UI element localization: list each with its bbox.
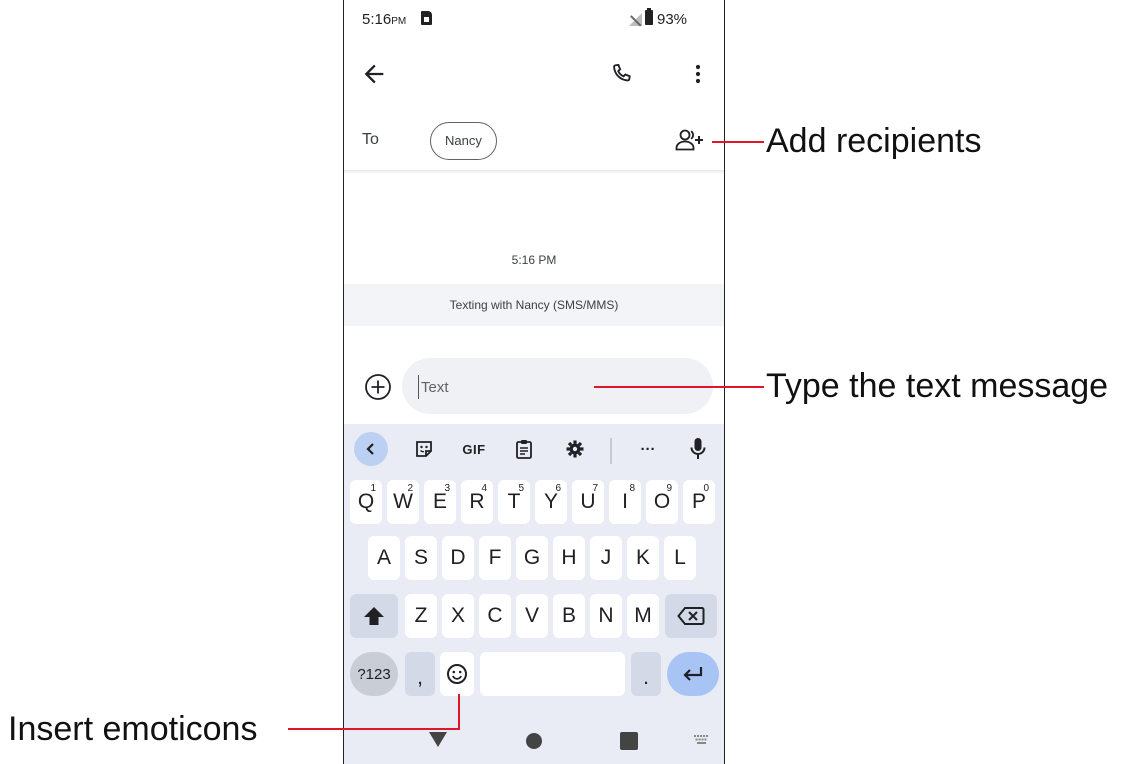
- key-a[interactable]: A: [368, 536, 400, 580]
- key-x[interactable]: X: [442, 594, 474, 638]
- key-w[interactable]: W2: [387, 480, 419, 524]
- emoji-key[interactable]: [440, 652, 474, 696]
- backspace-icon: [677, 607, 705, 625]
- status-bar: 5:16PM 93%: [344, 0, 724, 40]
- sim-card-icon: [421, 11, 432, 25]
- key-f[interactable]: F: [479, 536, 511, 580]
- recipient-chip[interactable]: Nancy: [430, 122, 497, 160]
- key-i[interactable]: I8: [609, 480, 641, 524]
- arrow-left-icon[interactable]: [360, 60, 388, 88]
- insert-emoticons-callout-vline: [458, 694, 460, 730]
- key-u[interactable]: U7: [572, 480, 604, 524]
- key-row-2: A S D F G H J K L: [344, 536, 724, 580]
- status-time: 5:16PM: [362, 11, 407, 28]
- key-y[interactable]: Y6: [535, 480, 567, 524]
- add-person-icon[interactable]: [674, 126, 706, 154]
- key-k[interactable]: K: [627, 536, 659, 580]
- key-t[interactable]: T5: [498, 480, 530, 524]
- backspace-key[interactable]: [665, 594, 717, 638]
- key-row-4: ?123 , .: [344, 652, 724, 696]
- nav-recents-icon[interactable]: [620, 732, 638, 750]
- voice-input-mic-icon[interactable]: [681, 432, 715, 466]
- key-o[interactable]: O9: [646, 480, 678, 524]
- keyboard-switch-icon[interactable]: [694, 733, 710, 747]
- phone-icon[interactable]: [608, 60, 636, 88]
- chevron-left-icon[interactable]: [354, 432, 388, 466]
- no-signal-icon: [629, 13, 642, 26]
- texting-banner: Texting with Nancy (SMS/MMS): [344, 284, 724, 326]
- clipboard-icon[interactable]: [507, 432, 541, 466]
- key-q[interactable]: Q1: [350, 480, 382, 524]
- header-divider: [344, 170, 724, 174]
- enter-icon: [683, 667, 703, 681]
- insert-emoticons-callout-line: [288, 728, 460, 730]
- key-e[interactable]: E3: [424, 480, 456, 524]
- key-z[interactable]: Z: [405, 594, 437, 638]
- key-row-3: Z X C V B N M: [344, 594, 724, 638]
- keyboard: GIF ··· Q1 W2 E3 R4 T5 Y6 U7 I8 O9 P0 A …: [344, 424, 724, 764]
- key-g[interactable]: G: [516, 536, 548, 580]
- space-key[interactable]: [480, 652, 625, 696]
- more-vert-icon[interactable]: [684, 60, 712, 88]
- period-key[interactable]: .: [631, 652, 661, 696]
- add-recipients-callout: Add recipients: [766, 122, 982, 160]
- key-j[interactable]: J: [590, 536, 622, 580]
- smiley-icon: [447, 664, 467, 684]
- to-label: To: [362, 131, 379, 148]
- message-timestamp: 5:16 PM: [511, 253, 557, 267]
- add-recipients-callout-line: [712, 141, 764, 143]
- app-bar: [344, 50, 724, 98]
- symbols-key[interactable]: ?123: [350, 652, 398, 696]
- type-text-callout: Type the text message: [766, 367, 1109, 405]
- key-s[interactable]: S: [405, 536, 437, 580]
- keyboard-toolbar: GIF ···: [344, 424, 724, 474]
- key-p[interactable]: P0: [683, 480, 715, 524]
- key-m[interactable]: M: [627, 594, 659, 638]
- key-v[interactable]: V: [516, 594, 548, 638]
- nav-home-icon[interactable]: [526, 733, 542, 749]
- toolbar-separator: [610, 438, 612, 464]
- enter-key[interactable]: [667, 652, 719, 696]
- recipient-row: To Nancy: [344, 118, 724, 166]
- shift-icon: [364, 607, 384, 625]
- gear-icon[interactable]: [558, 432, 592, 466]
- key-b[interactable]: B: [553, 594, 585, 638]
- more-options-button[interactable]: ···: [631, 432, 665, 466]
- battery-percentage: 93%: [657, 11, 688, 28]
- key-r[interactable]: R4: [461, 480, 493, 524]
- insert-emoticons-callout: Insert emoticons: [8, 710, 258, 748]
- battery-icon: [645, 8, 653, 25]
- shift-key[interactable]: [350, 594, 398, 638]
- nav-back-icon[interactable]: [429, 732, 447, 747]
- key-h[interactable]: H: [553, 536, 585, 580]
- key-row-1: Q1 W2 E3 R4 T5 Y6 U7 I8 O9 P0: [344, 480, 724, 524]
- key-l[interactable]: L: [664, 536, 696, 580]
- comma-key[interactable]: ,: [405, 652, 435, 696]
- type-text-callout-line: [594, 386, 764, 388]
- sticker-icon[interactable]: [407, 432, 441, 466]
- plus-circle-icon[interactable]: [363, 372, 393, 402]
- key-d[interactable]: D: [442, 536, 474, 580]
- key-c[interactable]: C: [479, 594, 511, 638]
- gif-button[interactable]: GIF: [457, 432, 491, 466]
- phone-screen: 5:16PM 93% To Nancy 5:16 PM Texting with…: [343, 0, 725, 764]
- key-n[interactable]: N: [590, 594, 622, 638]
